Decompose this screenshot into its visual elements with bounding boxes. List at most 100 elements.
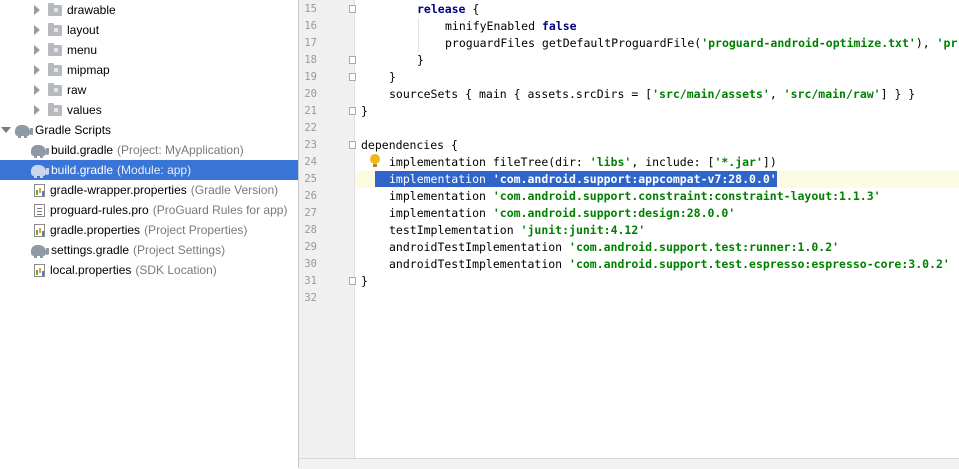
tree-item-gradle-scripts[interactable]: Gradle Scripts xyxy=(0,120,298,140)
line-number: 25 xyxy=(304,173,317,185)
string-literal: 'com.android.support.test:runner:1.0.2' xyxy=(569,240,840,254)
properties-file-icon xyxy=(34,263,45,277)
text-file-icon xyxy=(34,203,45,217)
gradle-elephant-icon xyxy=(31,144,49,158)
string-literal: 'junit:junit:4.12' xyxy=(520,223,646,237)
code-line-19: } xyxy=(361,69,396,86)
code-text: androidTestImplementation xyxy=(389,240,570,254)
tree-item-menu[interactable]: menu xyxy=(0,40,298,60)
tree-item-raw[interactable]: raw xyxy=(0,80,298,100)
folder-label: raw xyxy=(67,83,87,97)
file-name: proguard-rules.pro xyxy=(50,203,149,217)
tree-item-values[interactable]: values xyxy=(0,100,298,120)
tree-item-drawable[interactable]: drawable xyxy=(0,0,298,20)
collapse-arrow-icon[interactable] xyxy=(1,127,11,133)
fold-marker-icon[interactable] xyxy=(349,56,356,64)
fold-marker-icon[interactable] xyxy=(349,107,356,115)
expand-arrow-icon[interactable] xyxy=(34,45,40,55)
file-hint: (Project Settings) xyxy=(133,243,226,257)
folder-icon xyxy=(48,102,62,116)
tree-item-gradle-properties[interactable]: gradle.properties (Project Properties) xyxy=(0,220,298,240)
folder-icon xyxy=(48,62,62,76)
line-number: 26 xyxy=(304,190,317,202)
tree-item-local-properties[interactable]: local.properties (SDK Location) xyxy=(0,260,298,280)
folder-icon xyxy=(48,82,62,96)
line-number: 20 xyxy=(304,88,317,100)
folder-icon xyxy=(48,22,62,36)
fold-marker-icon[interactable] xyxy=(349,141,356,149)
code-line-18: } xyxy=(361,52,424,69)
properties-file-icon xyxy=(34,223,45,237)
file-hint: (Project Properties) xyxy=(144,223,248,237)
gradle-elephant-icon xyxy=(31,244,49,258)
string-literal: '*.jar' xyxy=(714,155,763,169)
line-number: 30 xyxy=(304,258,317,270)
line-number: 15 xyxy=(304,3,317,15)
expand-arrow-icon[interactable] xyxy=(34,25,40,35)
code-line-15: release { xyxy=(361,1,479,18)
code-line-29: androidTestImplementation 'com.android.s… xyxy=(361,239,839,256)
file-hint: (Gradle Version) xyxy=(190,183,279,197)
file-hint: (ProGuard Rules for app) xyxy=(152,203,288,217)
file-name: local.properties xyxy=(50,263,132,277)
string-literal: 'src/main/raw' xyxy=(783,87,881,101)
code-line-31: } xyxy=(361,273,368,290)
code-text: } xyxy=(417,53,424,67)
tree-item-layout[interactable]: layout xyxy=(0,20,298,40)
code-text: } xyxy=(361,104,368,118)
expand-arrow-icon[interactable] xyxy=(34,85,40,95)
code-line-17: proguardFiles getDefaultProguardFile('pr… xyxy=(361,35,957,52)
file-name: gradle-wrapper.properties xyxy=(50,183,187,197)
expand-arrow-icon[interactable] xyxy=(34,5,40,15)
expand-arrow-icon[interactable] xyxy=(34,65,40,75)
editor-gutter[interactable]: 15 16 17 18 19 20 21 22 23 24 25 26 27 2… xyxy=(299,0,356,458)
code-editor[interactable]: 15 16 17 18 19 20 21 22 23 24 25 26 27 2… xyxy=(299,0,959,469)
string-literal: 'com.android.support.test.espresso:espre… xyxy=(569,257,950,271)
line-number: 17 xyxy=(304,37,317,49)
string-literal: 'libs' xyxy=(589,155,632,169)
folder-icon xyxy=(48,42,62,56)
code-text: , include: [ xyxy=(631,155,715,169)
string-literal: 'pr xyxy=(936,36,958,50)
fold-marker-icon[interactable] xyxy=(349,5,356,13)
code-text: implementation xyxy=(389,172,493,186)
string-literal: 'com.android.support:design:28.0.0' xyxy=(492,206,736,220)
string-literal: 'src/main/assets' xyxy=(652,87,770,101)
string-literal: 'com.android.support:appcompat-v7:28.0.0… xyxy=(492,172,777,186)
code-text: } xyxy=(361,274,368,288)
code-text: ] } } xyxy=(880,87,916,101)
code-text: implementation fileTree(dir: xyxy=(389,155,590,169)
file-hint: (SDK Location) xyxy=(135,263,217,277)
tree-item-gradle-wrapper-properties[interactable]: gradle-wrapper.properties (Gradle Versio… xyxy=(0,180,298,200)
code-text: dependencies { xyxy=(361,138,458,152)
line-number: 28 xyxy=(304,224,317,236)
tree-item-mipmap[interactable]: mipmap xyxy=(0,60,298,80)
code-text: minifyEnabled xyxy=(445,19,542,33)
folder-icon xyxy=(48,2,62,16)
tree-item-proguard-rules[interactable]: proguard-rules.pro (ProGuard Rules for a… xyxy=(0,200,298,220)
expand-arrow-icon[interactable] xyxy=(34,105,40,115)
code-line-30: androidTestImplementation 'com.android.s… xyxy=(361,256,950,273)
fold-marker-icon[interactable] xyxy=(349,277,356,285)
code-text: androidTestImplementation xyxy=(389,257,570,271)
file-name: gradle.properties xyxy=(50,223,141,237)
code-text: testImplementation xyxy=(389,223,521,237)
line-number: 18 xyxy=(304,54,317,66)
tree-item-build-gradle-module[interactable]: build.gradle (Module: app) xyxy=(0,160,298,180)
line-number: 27 xyxy=(304,207,317,219)
fold-marker-icon[interactable] xyxy=(349,73,356,81)
code-line-25: implementation 'com.android.support:appc… xyxy=(361,171,777,188)
line-number: 22 xyxy=(304,122,317,134)
keyword: release xyxy=(417,2,466,16)
line-number: 23 xyxy=(304,139,317,151)
code-line-23: dependencies { xyxy=(361,137,458,154)
code-line-16: minifyEnabled false xyxy=(361,18,577,35)
tree-item-settings-gradle[interactable]: settings.gradle (Project Settings) xyxy=(0,240,298,260)
line-number: 32 xyxy=(304,292,317,304)
folder-label: values xyxy=(67,103,102,117)
code-selection[interactable]: implementation 'com.android.support:appc… xyxy=(375,171,777,187)
line-number: 24 xyxy=(304,156,317,168)
code-line-26: implementation 'com.android.support.cons… xyxy=(361,188,881,205)
file-name: build.gradle xyxy=(51,163,114,177)
tree-item-build-gradle-project[interactable]: build.gradle (Project: MyApplication) xyxy=(0,140,298,160)
